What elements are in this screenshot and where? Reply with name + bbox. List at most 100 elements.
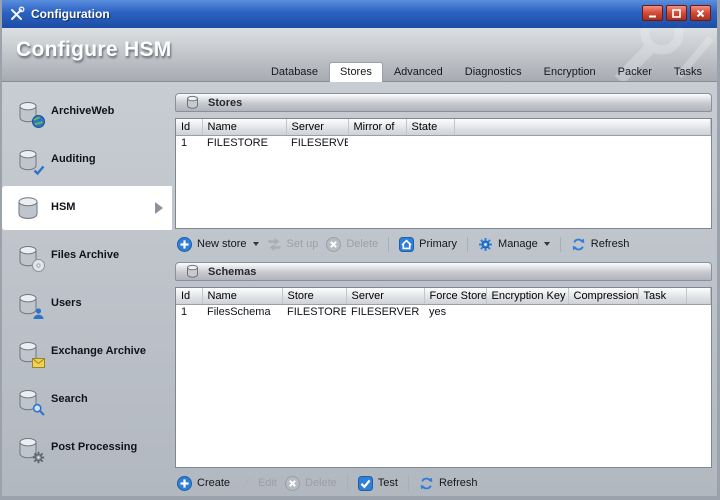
stores-table[interactable]: Id Name Server Mirror of State 1 FILESTO…: [175, 118, 712, 229]
refresh-icon: [419, 476, 434, 491]
set-up-button[interactable]: Set up: [267, 237, 319, 252]
schemas-section: Schemas Id Name Store Server Force Store: [175, 262, 712, 493]
add-icon: [177, 475, 192, 491]
close-button[interactable]: [690, 5, 711, 21]
stores-toolbar: New store Set up Delete Primary Manage R…: [177, 234, 710, 254]
chevron-down-icon: [543, 242, 550, 246]
refresh-stores-button[interactable]: Refresh: [571, 237, 629, 252]
add-icon: [177, 236, 192, 252]
edit-schema-label: Edit: [258, 477, 277, 489]
setup-arrows-icon: [267, 237, 282, 252]
minimize-icon: [649, 15, 656, 17]
column-header-filler: [686, 288, 711, 305]
delete-icon: [285, 475, 300, 491]
primary-button[interactable]: Primary: [399, 236, 457, 252]
delete-schema-button[interactable]: Delete: [285, 475, 337, 491]
tools-icon: [9, 6, 25, 22]
window-controls: [642, 5, 711, 21]
cell-id: 1: [181, 137, 188, 150]
new-store-label: New store: [197, 238, 247, 250]
stores-header-row: Id Name Server Mirror of State: [176, 119, 711, 136]
test-button[interactable]: Test: [357, 475, 398, 491]
titlebar[interactable]: Configuration: [2, 0, 717, 28]
sidebar-item-search[interactable]: Search: [2, 378, 172, 422]
cell-encryption-key: [486, 304, 568, 320]
sidebar-item-archiveweb[interactable]: ArchiveWeb: [2, 90, 172, 134]
sidebar-item-auditing[interactable]: Auditing: [2, 138, 172, 182]
table-row[interactable]: 1 FilesSchema FILESTORE FILESERVER yes: [176, 304, 711, 320]
database-check-icon: [14, 146, 45, 176]
schemas-section-header: Schemas: [175, 262, 712, 281]
cell-store: FILESTORE: [287, 306, 346, 319]
sidebar-item-label: HSM: [51, 201, 76, 214]
create-schema-label: Create: [197, 477, 231, 489]
tab-packer[interactable]: Packer: [607, 62, 663, 82]
cell-server: FILESERVER: [291, 137, 348, 150]
sidebar-item-post-processing[interactable]: Post Processing: [2, 426, 172, 470]
column-header[interactable]: Mirror of: [348, 119, 407, 136]
database-mail-icon: [14, 338, 45, 368]
table-row[interactable]: 1 FILESTORE FILESERVER: [176, 135, 711, 151]
manage-label: Manage: [498, 238, 538, 250]
delete-store-button[interactable]: Delete: [326, 236, 378, 252]
cell-name: FILESTORE: [207, 137, 268, 150]
database-disc-icon: [14, 242, 45, 272]
tab-tasks[interactable]: Tasks: [663, 62, 713, 82]
column-header[interactable]: Name: [202, 288, 283, 305]
create-schema-button[interactable]: Create: [177, 475, 231, 491]
maximize-icon: [672, 8, 681, 18]
database-user-icon: [14, 290, 44, 319]
tab-diagnostics[interactable]: Diagnostics: [454, 62, 533, 82]
page-title: Configure HSM: [16, 38, 172, 61]
app-body: ArchiveWeb Auditing HSM Files Archive Us…: [2, 82, 717, 496]
sidebar-item-users[interactable]: Users: [2, 282, 172, 326]
column-header[interactable]: Force Store: [424, 288, 487, 305]
tab-database[interactable]: Database: [260, 62, 329, 82]
cell-filler: [686, 304, 711, 320]
delete-icon: [326, 236, 342, 252]
test-label: Test: [377, 477, 398, 489]
tab-advanced[interactable]: Advanced: [383, 62, 454, 82]
column-header[interactable]: Id: [176, 119, 203, 136]
cell-name: FilesSchema: [207, 306, 271, 319]
set-up-label: Set up: [286, 238, 319, 250]
tab-encryption[interactable]: Encryption: [533, 62, 607, 82]
column-header[interactable]: Store: [282, 288, 347, 305]
edit-icon: [238, 476, 253, 491]
minimize-button[interactable]: [642, 5, 663, 21]
sidebar-item-files-archive[interactable]: Files Archive: [2, 234, 172, 278]
cell-id: 1: [181, 306, 188, 319]
column-header[interactable]: Name: [202, 119, 287, 136]
column-header[interactable]: Task: [638, 288, 687, 305]
column-header[interactable]: Encryption Key: [486, 288, 569, 305]
maximize-button[interactable]: [666, 5, 687, 21]
toolbar-separator: [467, 236, 469, 252]
schemas-table[interactable]: Id Name Store Server Force Store Encrypt…: [175, 287, 712, 468]
database-search-icon: [14, 386, 45, 416]
new-store-button[interactable]: New store: [177, 236, 259, 252]
schema-drum-icon: [184, 263, 201, 279]
toolbar-separator: [407, 475, 409, 491]
manage-button[interactable]: Manage: [478, 237, 550, 252]
column-header[interactable]: Server: [346, 288, 425, 305]
edit-schema-button[interactable]: Edit: [238, 476, 277, 491]
chevron-down-icon: [252, 242, 259, 246]
tab-bar: Database Stores Advanced Diagnostics Enc…: [260, 62, 713, 82]
schemas-section-title: Schemas: [208, 265, 257, 278]
home-icon: [399, 236, 415, 252]
selection-arrow-icon: [155, 202, 163, 214]
sidebar-item-hsm[interactable]: HSM: [2, 186, 172, 230]
column-header[interactable]: State: [406, 119, 455, 136]
refresh-schemas-button[interactable]: Refresh: [419, 476, 478, 491]
column-header[interactable]: Compression: [568, 288, 639, 305]
stores-section-header: Stores: [175, 93, 712, 112]
stores-section: Stores Id Name Server Mirror of State 1 …: [175, 93, 712, 254]
column-header[interactable]: Id: [176, 288, 203, 305]
sidebar-item-label: Users: [51, 297, 82, 310]
window-title: Configuration: [31, 7, 110, 21]
stores-section-title: Stores: [208, 96, 243, 109]
tab-stores[interactable]: Stores: [329, 62, 383, 82]
column-header[interactable]: Server: [286, 119, 349, 136]
schemas-toolbar: Create Edit Delete Test Refresh: [177, 473, 710, 493]
sidebar-item-exchange-archive[interactable]: Exchange Archive: [2, 330, 172, 374]
